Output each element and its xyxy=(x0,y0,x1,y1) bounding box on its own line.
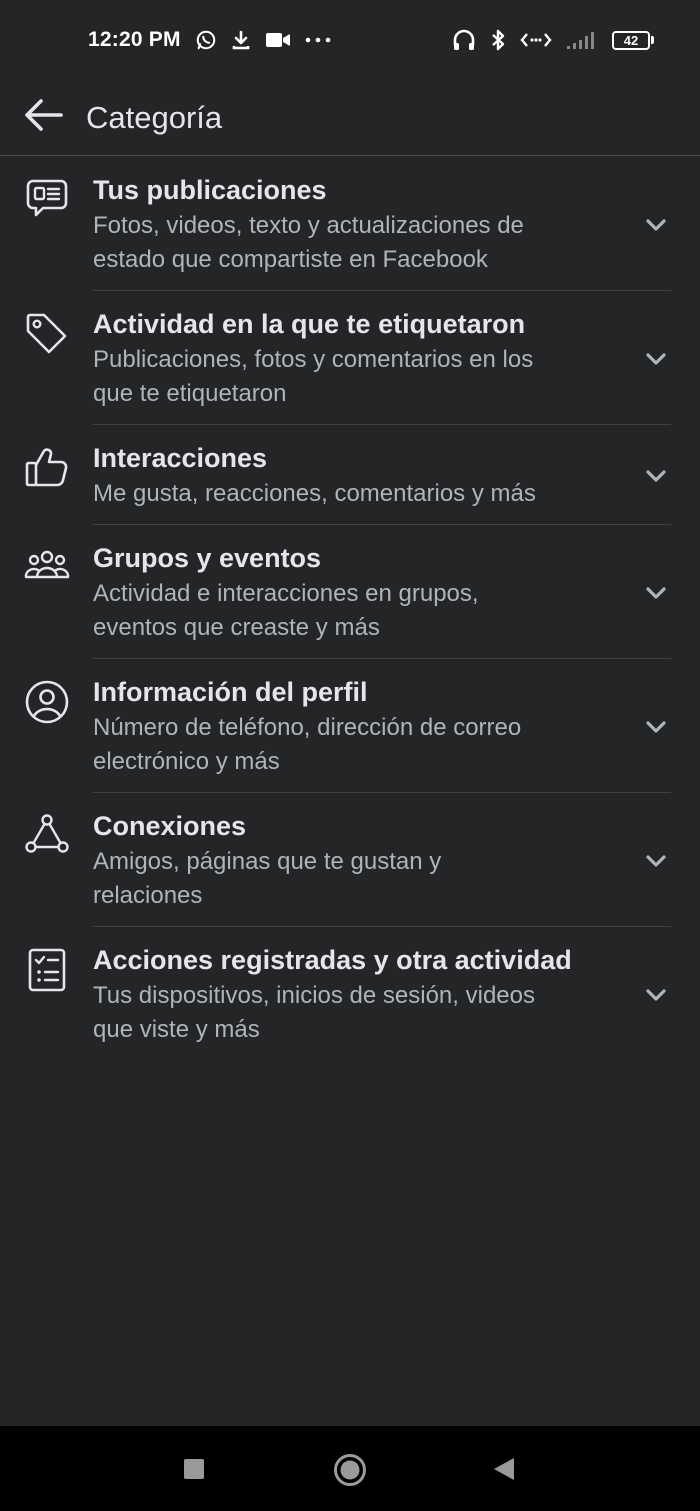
category-title: Conexiones xyxy=(93,811,247,841)
category-item-grupos-eventos[interactable]: Grupos y eventos Actividad e interaccion… xyxy=(0,525,700,659)
category-list: Tus publicaciones Fotos, videos, texto y… xyxy=(0,157,700,1061)
back-nav-button[interactable] xyxy=(492,1457,516,1486)
category-description-line: relaciones xyxy=(93,882,203,909)
category-description: Actividad e interacciones en grupos, eve… xyxy=(93,577,622,645)
header: Categoría xyxy=(0,80,700,156)
category-item-interacciones[interactable]: Interacciones Me gusta, reacciones, come… xyxy=(0,425,700,525)
category-description-line: Número de teléfono, dirección de correo xyxy=(93,714,522,741)
chevron-down-icon[interactable] xyxy=(630,218,700,232)
chevron-down-icon[interactable] xyxy=(630,854,700,868)
groups-icon xyxy=(0,541,93,585)
category-description-line: Publicaciones, fotos y comentarios en lo… xyxy=(93,346,534,373)
category-description-line: Actividad e interacciones en grupos, xyxy=(93,580,479,607)
category-title: Información del perfil xyxy=(93,677,368,707)
headphones-icon xyxy=(452,29,476,51)
battery-icon: 42 xyxy=(612,30,654,50)
category-description-line: que te etiquetaron xyxy=(93,380,287,407)
chevron-down-icon[interactable] xyxy=(630,720,700,734)
category-item-conexiones[interactable]: Conexiones Amigos, páginas que te gustan… xyxy=(0,793,700,927)
category-title: Tus publicaciones xyxy=(93,175,327,205)
category-description-line: Fotos, videos, texto y actualizaciones d… xyxy=(93,212,524,239)
download-icon xyxy=(231,29,251,51)
chevron-down-icon[interactable] xyxy=(630,586,700,600)
category-title: Interacciones xyxy=(93,443,268,473)
back-arrow-icon xyxy=(23,98,63,137)
bluetooth-icon xyxy=(490,28,506,52)
data-transfer-icon xyxy=(520,30,552,50)
square-icon xyxy=(183,1458,205,1485)
connections-icon xyxy=(0,809,93,855)
more-dots-icon xyxy=(305,36,331,44)
navigation-bar xyxy=(0,1426,700,1511)
signal-icon xyxy=(566,30,598,50)
circle-icon xyxy=(333,1453,367,1492)
tag-icon xyxy=(0,307,93,357)
category-item-tus-publicaciones[interactable]: Tus publicaciones Fotos, videos, texto y… xyxy=(0,157,700,291)
category-description: Fotos, videos, texto y actualizaciones d… xyxy=(93,209,622,277)
category-description-line: Me gusta, reacciones, comentarios y más xyxy=(93,480,536,507)
chevron-down-icon[interactable] xyxy=(630,469,700,483)
category-description-line: eventos que creaste y más xyxy=(93,614,380,641)
chevron-down-icon[interactable] xyxy=(630,352,700,366)
triangle-back-icon xyxy=(492,1457,516,1486)
category-description-line: que viste y más xyxy=(93,1016,260,1043)
category-description-line: estado que compartiste en Facebook xyxy=(93,246,488,273)
category-title: Actividad en la que te etiquetaron xyxy=(93,309,526,339)
home-button[interactable] xyxy=(333,1453,367,1492)
category-title: Acciones registradas y otra actividad xyxy=(93,945,572,975)
profile-icon xyxy=(0,675,93,725)
category-description: Tus dispositivos, inicios de sesión, vid… xyxy=(93,979,622,1047)
category-description: Me gusta, reacciones, comentarios y más xyxy=(93,477,622,511)
recents-button[interactable] xyxy=(183,1458,205,1485)
category-description: Amigos, páginas que te gustan y relacion… xyxy=(93,845,622,913)
category-title: Grupos y eventos xyxy=(93,543,322,573)
category-item-acciones-registradas[interactable]: Acciones registradas y otra actividad Tu… xyxy=(0,927,700,1061)
status-bar: 12:20 PM 42 xyxy=(0,0,700,80)
category-description: Publicaciones, fotos y comentarios en lo… xyxy=(93,343,622,411)
whatsapp-icon xyxy=(195,29,217,51)
page-title: Categoría xyxy=(86,99,223,135)
thumbs-up-icon xyxy=(0,441,93,489)
chevron-down-icon[interactable] xyxy=(630,988,700,1002)
status-bar-right: 42 xyxy=(452,28,654,52)
posts-icon xyxy=(0,173,93,221)
category-description: Número de teléfono, dirección de correo … xyxy=(93,711,622,779)
status-time: 12:20 PM xyxy=(88,28,181,51)
category-item-actividad-etiquetaron[interactable]: Actividad en la que te etiquetaron Publi… xyxy=(0,291,700,425)
status-bar-left: 12:20 PM xyxy=(88,28,331,52)
category-item-informacion-perfil[interactable]: Información del perfil Número de teléfon… xyxy=(0,659,700,793)
category-description-line: Tus dispositivos, inicios de sesión, vid… xyxy=(93,982,535,1009)
category-description-line: Amigos, páginas que te gustan y xyxy=(93,848,442,875)
video-camera-icon xyxy=(265,30,291,50)
back-button[interactable] xyxy=(0,80,86,156)
category-description-line: electrónico y más xyxy=(93,748,280,775)
battery-level: 42 xyxy=(612,30,650,50)
checklist-icon xyxy=(0,943,93,993)
